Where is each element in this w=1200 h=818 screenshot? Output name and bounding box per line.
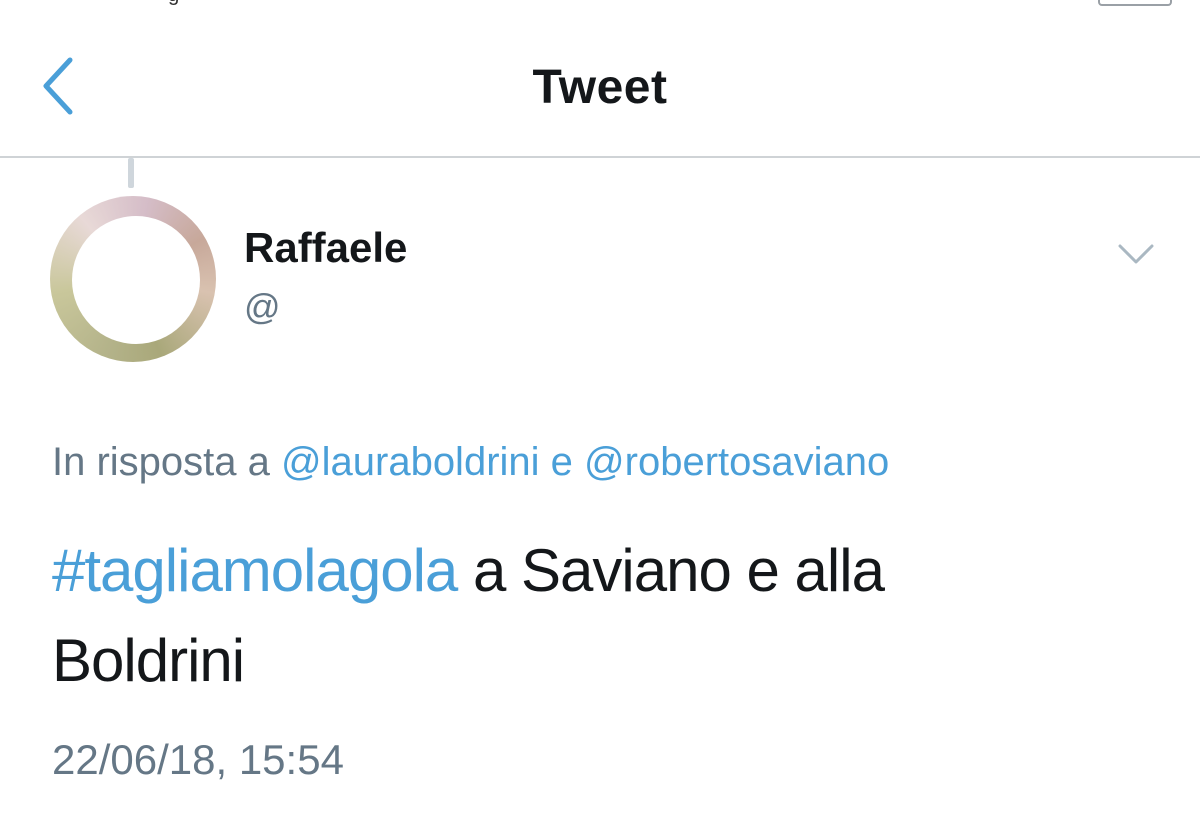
tweet-menu-button[interactable] [1112,236,1160,272]
reply-context: In risposta a @lauraboldrini e @robertos… [52,440,889,485]
tweet-text: #tagliamolagola a Saviano e alla Boldrin… [52,526,1152,706]
author-name[interactable]: Raffaele [244,224,407,272]
thread-connector [128,158,134,188]
reply-conjunction: e [550,440,573,484]
tweet-timestamp: 22/06/18, 15:54 [52,736,344,783]
mention-link-robertosaviano[interactable]: @robertosaviano [584,440,889,484]
reply-prefix: In risposta a [52,440,270,484]
chevron-down-icon [1118,244,1154,264]
navigation-bar: Tweet [0,14,1200,158]
hashtag-link[interactable]: #tagliamolagola [52,537,458,604]
battery-icon [1098,0,1172,6]
avatar[interactable] [50,196,216,362]
tweet-text-line2: Boldrini [52,627,245,694]
avatar-center [72,216,200,344]
tweet-detail-screen: ᵍ Tweet Raffaele @ In risposta a @laurab… [0,0,1200,818]
status-bar: ᵍ [0,0,1200,15]
author-handle[interactable]: @ [244,286,281,328]
mention-link-lauraboldrini[interactable]: @lauraboldrini [281,440,540,484]
page-title: Tweet [532,61,668,114]
tweet-text-line1: a Saviano e alla [472,537,885,604]
